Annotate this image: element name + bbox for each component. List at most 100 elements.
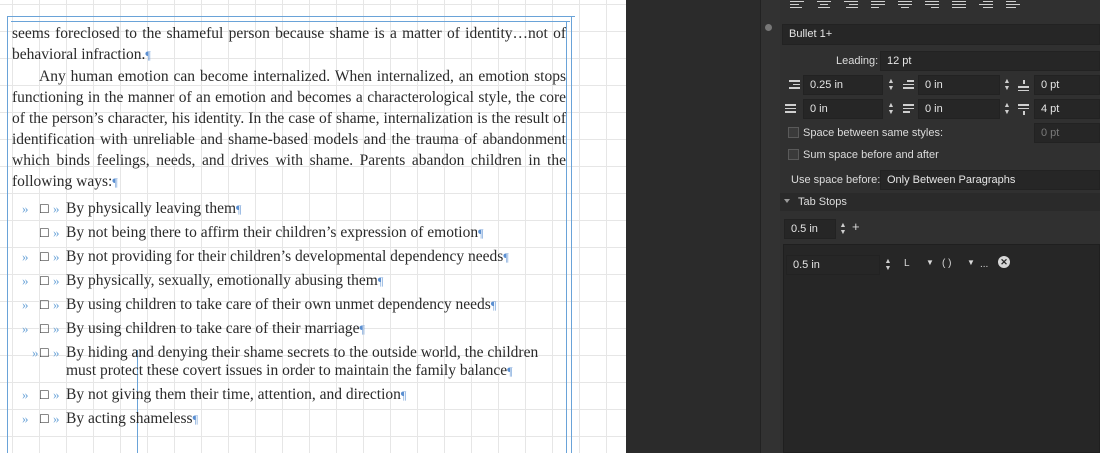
list-item[interactable]: » ☐ » By physically leaving them¶ xyxy=(12,197,566,221)
tab-stops-label: Tab Stops xyxy=(798,196,847,208)
first-line-indent-icon xyxy=(903,80,914,91)
list-item-text: By hiding and denying their shame secret… xyxy=(66,344,539,379)
list-item-text: By not being there to affirm their child… xyxy=(66,224,479,241)
justify-right-icon[interactable] xyxy=(925,1,939,11)
space-before-icon xyxy=(1018,80,1029,91)
last-line-indent-value: 0 in xyxy=(925,103,943,115)
tab-marker: » xyxy=(53,297,60,312)
list-item[interactable]: » ☐ » By not giving them their time, att… xyxy=(12,383,566,407)
tab-marker: » xyxy=(53,321,60,336)
collapse-triangle-icon[interactable] xyxy=(784,199,790,203)
tab-marker: » xyxy=(22,297,29,312)
tab-leader-arrow-icon[interactable]: ▼ xyxy=(967,258,975,267)
space-between-same-styles-field[interactable]: 0 pt xyxy=(1034,123,1100,143)
tab-alignment-arrow-icon[interactable]: ▼ xyxy=(926,258,934,267)
tab-stops-section-header[interactable]: Tab Stops xyxy=(780,193,1100,211)
space-after-field[interactable]: 4 pt xyxy=(1034,99,1100,119)
list-item[interactable]: » ☐ » By using children to take care of … xyxy=(12,317,566,341)
list-item[interactable]: » ☐ » By physically, sexually, emotional… xyxy=(12,269,566,293)
checkbox-bullet-icon: ☐ xyxy=(39,322,50,336)
tab-stop-position-field[interactable]: 0.5 in xyxy=(786,255,880,275)
tab-stop-position-stepper[interactable]: ▲ ▼ xyxy=(884,258,892,272)
pilcrow-mark: ¶ xyxy=(145,48,151,62)
tab-marker: » xyxy=(53,273,60,288)
list-item[interactable]: » ☐ » By using children to take care of … xyxy=(12,293,566,317)
frame-border-right xyxy=(571,16,572,453)
paragraph-style-field[interactable]: Bullet 1+ xyxy=(782,24,1100,45)
tab-leader-dropdown[interactable]: ( ) xyxy=(942,258,951,269)
paragraph-1-text: seems foreclosed to the shameful person … xyxy=(12,25,566,63)
paragraph-style-value: Bullet 1+ xyxy=(789,28,833,40)
space-before-field[interactable]: 0 pt xyxy=(1034,75,1100,95)
tab-marker: » xyxy=(32,345,39,360)
use-space-before-value: Only Between Paragraphs xyxy=(887,174,1016,186)
paragraph-2[interactable]: Any human emotion can become internalize… xyxy=(12,66,566,193)
last-line-indent-field[interactable]: 0 in xyxy=(918,99,1000,119)
right-indent-field[interactable]: 0 in xyxy=(803,99,883,119)
list-item[interactable]: » ☐ » By not providing for their childre… xyxy=(12,245,566,269)
tab-marker: » xyxy=(22,387,29,402)
text-frame[interactable]: seems foreclosed to the shameful person … xyxy=(12,23,566,431)
space-after-value: 4 pt xyxy=(1041,103,1060,115)
checkbox-bullet-icon: ☐ xyxy=(39,250,50,264)
bullet-list: » ☐ » By physically leaving them¶ ☐ » By… xyxy=(12,197,566,431)
pilcrow-mark: ¶ xyxy=(112,175,118,189)
pasteboard[interactable] xyxy=(626,0,760,453)
default-tab-field[interactable]: 0.5 in xyxy=(784,219,836,239)
tab-marker: » xyxy=(22,321,29,336)
pilcrow-mark: ¶ xyxy=(478,226,484,240)
justify-left-icon[interactable] xyxy=(871,1,885,11)
tab-marker: » xyxy=(53,411,60,426)
sum-space-label: Sum space before and after xyxy=(803,149,939,161)
list-item-text: By acting shameless xyxy=(66,410,193,427)
document-page[interactable]: seems foreclosed to the shameful person … xyxy=(0,0,626,453)
space-before-value: 0 pt xyxy=(1041,79,1060,91)
tab-marker: » xyxy=(53,201,60,216)
justify-all-icon[interactable] xyxy=(952,1,966,11)
tab-stops-list[interactable]: 0.5 in ▲ ▼ L ▼ ( ) ▼ ... ✕ xyxy=(783,244,1100,453)
left-indent-stepper[interactable]: ▲ ▼ xyxy=(887,78,895,92)
right-indent-stepper[interactable]: ▲ ▼ xyxy=(887,102,895,116)
panel-grip-icon[interactable] xyxy=(765,24,772,31)
use-space-before-dropdown[interactable]: Only Between Paragraphs xyxy=(880,170,1100,190)
justify-center-icon[interactable] xyxy=(898,1,912,11)
paragraph-1[interactable]: seems foreclosed to the shameful person … xyxy=(12,23,566,66)
pilcrow-mark: ¶ xyxy=(503,250,509,264)
paragraph-panel: Bullet 1+ Leading: 12 pt 0.25 in ▲ ▼ 0 in… xyxy=(780,0,1100,453)
last-line-indent-icon xyxy=(903,104,914,115)
list-item[interactable]: ☐ » By not being there to affirm their c… xyxy=(12,221,566,245)
pilcrow-mark: ¶ xyxy=(400,388,407,402)
first-line-indent-stepper[interactable]: ▲ ▼ xyxy=(1003,78,1011,92)
pilcrow-mark: ¶ xyxy=(490,298,497,312)
space-between-same-styles-checkbox[interactable] xyxy=(788,127,799,138)
list-item[interactable]: » ☐ » By hiding and denying their shame … xyxy=(12,341,566,383)
list-item[interactable]: » ☐ » By acting shameless¶ xyxy=(12,407,566,431)
align-away-spine-icon[interactable] xyxy=(1006,1,1020,11)
tab-marker: » xyxy=(22,273,29,288)
leading-field[interactable]: 12 pt xyxy=(880,51,1100,71)
tab-marker: » xyxy=(53,249,60,264)
align-left-icon[interactable] xyxy=(790,1,804,11)
default-tab-stepper[interactable]: ▲ ▼ xyxy=(839,222,847,236)
more-options-icon[interactable]: ... xyxy=(980,259,988,270)
last-line-indent-stepper[interactable]: ▲ ▼ xyxy=(1003,102,1011,116)
align-right-icon[interactable] xyxy=(844,1,858,11)
list-item-text: By not giving them their time, attention… xyxy=(66,386,401,403)
first-line-indent-value: 0 in xyxy=(925,79,943,91)
sum-space-checkbox[interactable] xyxy=(788,149,799,160)
checkbox-bullet-icon: ☐ xyxy=(39,226,50,240)
align-towards-spine-icon[interactable] xyxy=(979,1,993,11)
checkbox-bullet-icon: ☐ xyxy=(39,388,50,402)
panel-splitter[interactable] xyxy=(760,0,781,453)
left-indent-field[interactable]: 0.25 in xyxy=(803,75,883,95)
align-center-icon[interactable] xyxy=(817,1,831,11)
tab-stop-position-value: 0.5 in xyxy=(793,259,820,271)
space-between-same-styles-label: Space between same styles: xyxy=(803,127,944,139)
remove-tab-stop-icon[interactable]: ✕ xyxy=(998,256,1010,268)
pilcrow-mark: ¶ xyxy=(359,322,365,336)
tab-alignment-dropdown[interactable]: L xyxy=(904,258,910,269)
list-item-text: By using children to take care of their … xyxy=(66,320,360,337)
left-indent-value: 0.25 in xyxy=(810,79,844,91)
add-tab-stop-icon[interactable]: + xyxy=(852,219,860,234)
first-line-indent-field[interactable]: 0 in xyxy=(918,75,1000,95)
